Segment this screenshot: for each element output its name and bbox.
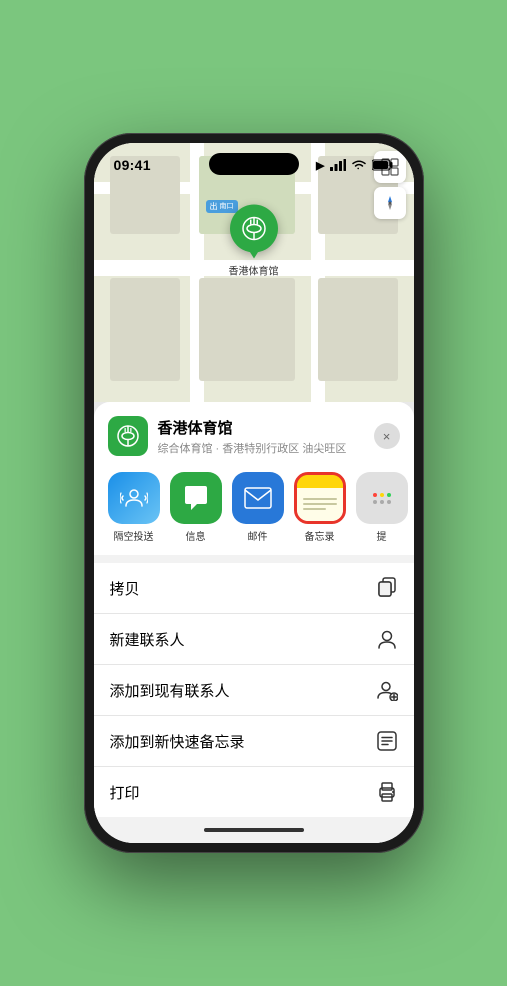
action-print[interactable]: 打印 — [94, 767, 414, 817]
phone-frame: 09:41 ▶ — [84, 133, 424, 853]
action-new-contact-label: 新建联系人 — [110, 629, 185, 650]
app-item-notes[interactable]: 备忘录 — [294, 472, 346, 543]
action-new-contact[interactable]: 新建联系人 — [94, 614, 414, 665]
phone-screen: 09:41 ▶ — [94, 143, 414, 843]
action-add-notes[interactable]: 添加到新快速备忘录 — [94, 716, 414, 767]
copy-icon — [376, 577, 398, 599]
mail-icon — [232, 472, 284, 524]
dynamic-island — [209, 153, 299, 175]
quick-notes-icon — [376, 730, 398, 752]
close-button[interactable]: × — [374, 423, 400, 449]
app-item-messages[interactable]: 信息 — [170, 472, 222, 543]
app-item-airdrop[interactable]: 隔空投送 — [108, 472, 160, 543]
signal-icon — [330, 159, 346, 171]
action-copy-label: 拷贝 — [110, 578, 140, 599]
location-icon: ▶ — [316, 159, 324, 172]
home-bar — [204, 828, 304, 832]
status-icons: ▶ — [316, 159, 393, 172]
airdrop-symbol — [120, 484, 148, 512]
messages-icon — [170, 472, 222, 524]
location-button[interactable] — [374, 187, 406, 219]
map-area: 出 南口 香港体育馆 — [94, 143, 414, 402]
action-add-notes-label: 添加到新快速备忘录 — [110, 731, 245, 752]
venue-icon — [108, 416, 148, 456]
bottom-sheet: 香港体育馆 综合体育馆 · 香港特别行政区 油尖旺区 × — [94, 402, 414, 843]
pin-label: 香港体育馆 — [229, 263, 279, 278]
action-copy[interactable]: 拷贝 — [94, 563, 414, 614]
battery-icon — [372, 159, 394, 171]
wifi-icon — [351, 159, 367, 171]
pin-icon-circle — [230, 205, 278, 253]
apps-row: 隔空投送 信息 — [94, 464, 414, 555]
compass-icon — [382, 195, 398, 211]
more-label: 提 — [377, 528, 387, 543]
messages-symbol — [181, 484, 211, 512]
print-icon — [376, 781, 398, 803]
location-pin: 香港体育馆 — [229, 205, 279, 278]
mail-symbol — [243, 486, 273, 510]
venue-info: 香港体育馆 综合体育馆 · 香港特别行政区 油尖旺区 — [158, 417, 374, 456]
app-item-more[interactable]: 提 — [356, 472, 408, 543]
mail-label: 邮件 — [248, 528, 268, 543]
notes-label: 备忘录 — [305, 528, 335, 543]
sheet-header: 香港体育馆 综合体育馆 · 香港特别行政区 油尖旺区 × — [94, 402, 414, 464]
airdrop-icon — [108, 472, 160, 524]
venue-name: 香港体育馆 — [158, 417, 374, 438]
notes-icon — [294, 472, 346, 524]
status-time: 09:41 — [114, 157, 151, 173]
venue-description: 综合体育馆 · 香港特别行政区 油尖旺区 — [158, 440, 374, 456]
action-add-contact[interactable]: 添加到现有联系人 — [94, 665, 414, 716]
action-print-label: 打印 — [110, 782, 140, 803]
airdrop-label: 隔空投送 — [114, 528, 154, 543]
more-icon — [356, 472, 408, 524]
add-contact-icon — [376, 679, 398, 701]
action-add-contact-label: 添加到现有联系人 — [110, 680, 230, 701]
home-indicator — [94, 817, 414, 843]
app-item-mail[interactable]: 邮件 — [232, 472, 284, 543]
venue-stadium-icon — [115, 423, 141, 449]
action-list: 拷贝 新建联系人 添加到现有联系人 — [94, 563, 414, 817]
messages-label: 信息 — [186, 528, 206, 543]
stadium-icon — [240, 215, 268, 243]
new-contact-icon — [376, 628, 398, 650]
